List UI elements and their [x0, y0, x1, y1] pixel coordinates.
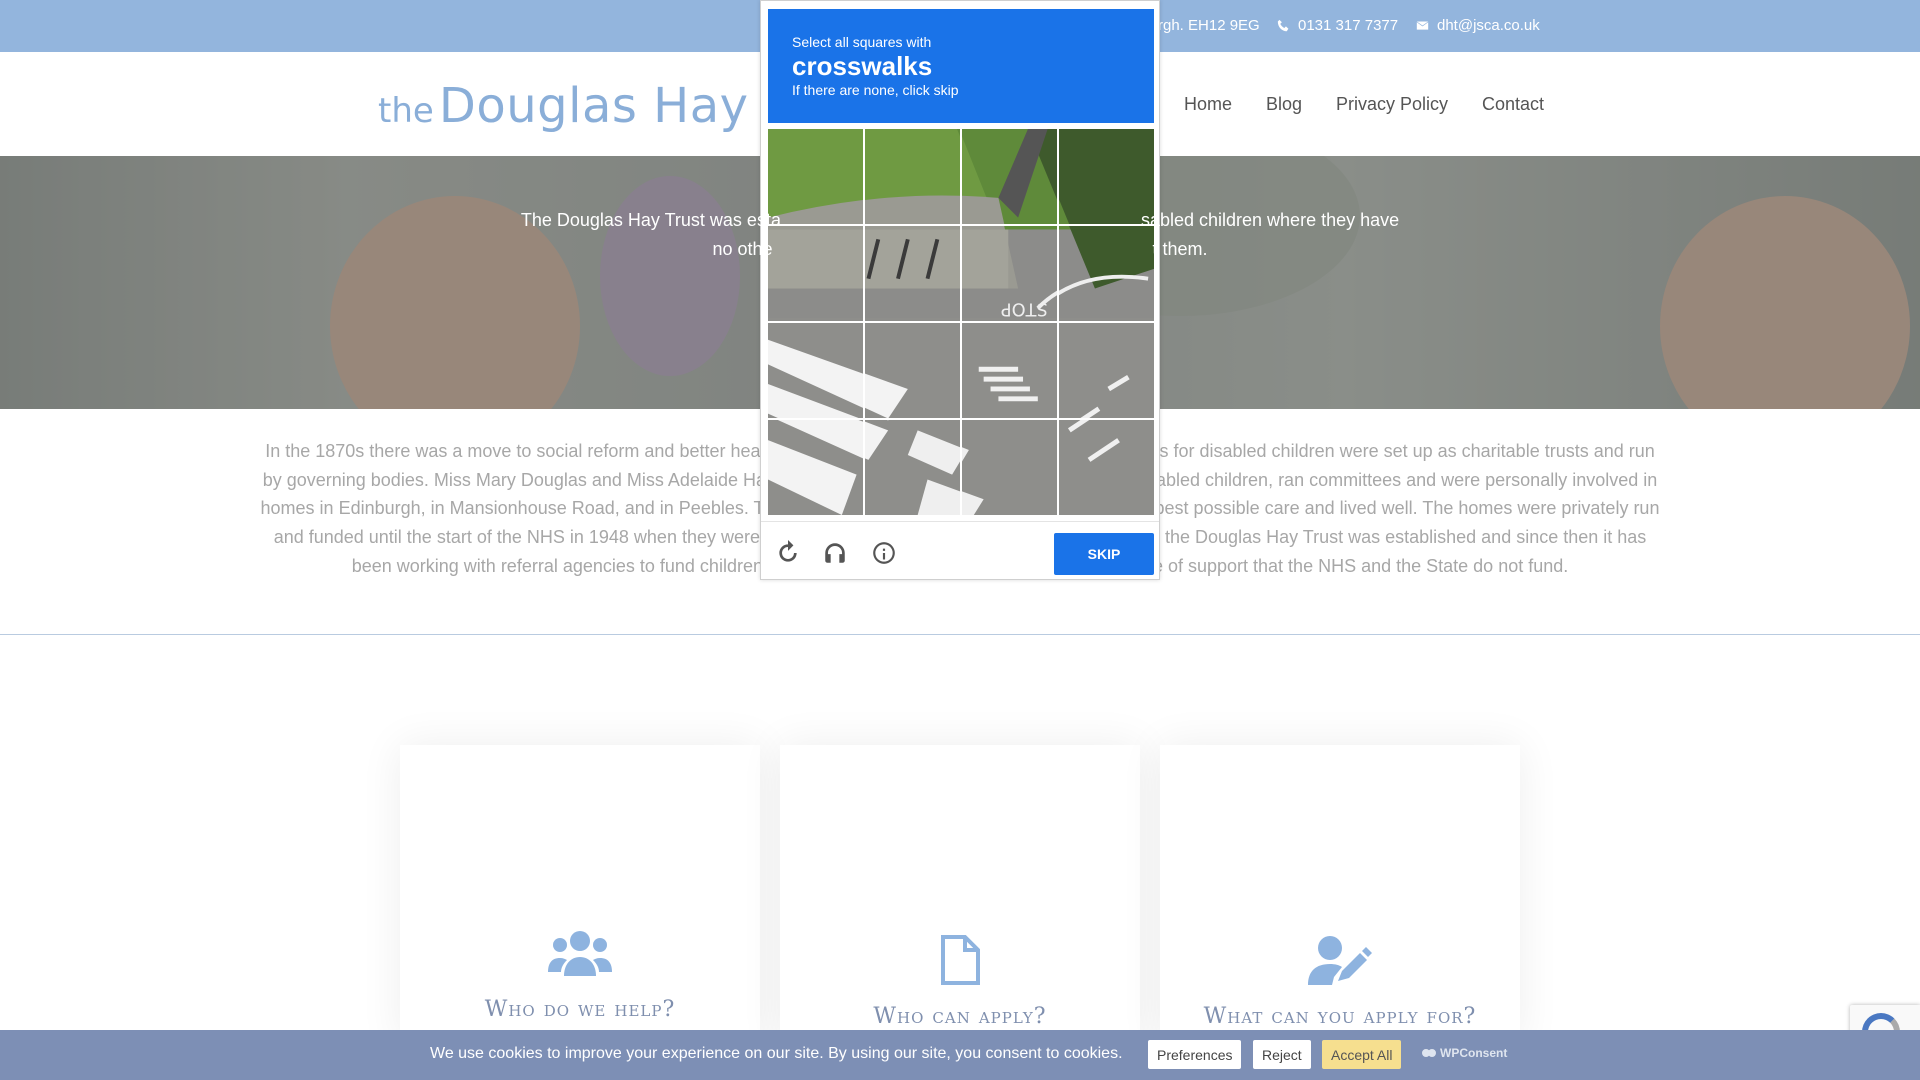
hero-line1: The Douglas Hay Trust was esta	[520, 210, 781, 230]
card-title: Who do we help?	[484, 997, 676, 1022]
email-text[interactable]: dht@jsca.co.uk	[1437, 17, 1540, 34]
info-icon[interactable]	[871, 540, 897, 566]
captcha-tile[interactable]: STOP	[962, 323, 1057, 418]
nav-home[interactable]: Home	[1184, 94, 1232, 115]
intro-line: by governing bodies. Miss Mary Douglas a…	[262, 469, 766, 490]
intro-line: In the 1870s there was a move to social …	[265, 441, 770, 461]
users-icon	[548, 930, 612, 981]
card-who-can-apply[interactable]: Who can apply?	[780, 745, 1140, 1045]
intro-line: abled children, ran committees and were …	[1155, 469, 1658, 490]
wpconsent-logo-icon	[1422, 1049, 1436, 1057]
phone-icon	[1277, 19, 1289, 32]
file-icon	[940, 935, 980, 990]
intro-line: been working with referral agencies to f…	[351, 555, 763, 576]
captcha-tile[interactable]: STOP	[962, 420, 1057, 515]
cookie-banner: We use cookies to improve your experienc…	[0, 1030, 1920, 1080]
card-title: What can you apply for?	[1203, 1004, 1477, 1029]
captcha-tile[interactable]: STOP	[865, 420, 960, 515]
nav-contact[interactable]: Contact	[1482, 94, 1544, 115]
section-divider	[0, 634, 1920, 635]
card-title: Who can apply?	[873, 1004, 1047, 1029]
cookie-reject-button[interactable]: Reject	[1253, 1040, 1311, 1069]
intro-line: homes in Edinburgh, in Mansionhouse Road…	[260, 498, 765, 519]
captcha-tile[interactable]: STOP	[865, 323, 960, 418]
captcha-tile[interactable]: STOP	[1059, 323, 1154, 418]
svg-text:STOP: STOP	[1001, 298, 1048, 318]
captcha-header: Select all squares with crosswalks If th…	[768, 9, 1154, 123]
card-what-can-you-apply-for[interactable]: What can you apply for?	[1160, 745, 1520, 1045]
user-edit-icon	[1308, 935, 1372, 990]
address-text: rgh. EH12 9EG	[1158, 17, 1260, 34]
cookie-accept-all-button[interactable]: Accept All	[1322, 1040, 1402, 1069]
cookie-preferences-button[interactable]: Preferences	[1148, 1040, 1242, 1069]
reload-icon[interactable]	[775, 540, 801, 566]
hero-line2: no othe	[712, 239, 773, 259]
captcha-challenge: Select all squares with crosswalks If th…	[760, 0, 1160, 580]
intro-line: s for disabled children were set up as c…	[1159, 441, 1655, 461]
email-info[interactable]: dht@jsca.co.uk	[1416, 17, 1540, 34]
address-info: rgh. EH12 9EG	[1158, 17, 1260, 34]
wpconsent-brand: WPConsent	[1422, 1046, 1507, 1060]
phone-text[interactable]: 0131 317 7377	[1298, 17, 1398, 34]
nav-privacy-policy[interactable]: Privacy Policy	[1336, 94, 1448, 115]
cookie-message: We use cookies to improve your experienc…	[430, 1045, 1123, 1062]
logo-the: the	[378, 91, 434, 131]
nav-blog[interactable]: Blog	[1266, 94, 1302, 115]
captcha-target: crosswalks	[792, 51, 933, 81]
captcha-instruction: Select all squares with	[792, 34, 932, 50]
intro-line: and funded until the start of the NHS in…	[273, 527, 760, 548]
intro-line: 9 the Douglas Hay Trust was established …	[1150, 527, 1647, 548]
captcha-hint: If there are none, click skip	[792, 82, 959, 98]
wpconsent-text: WPConsent	[1440, 1046, 1508, 1060]
skip-button[interactable]: SKIP	[1054, 533, 1154, 575]
captcha-tile[interactable]: STOP	[1059, 420, 1154, 515]
hero-line1b: sabled children where they have	[1140, 210, 1400, 230]
hero-line2b: t them.	[1152, 239, 1208, 259]
captcha-image-grid: STOPSTOPSTOPSTOPSTOPSTOPSTOPSTOPSTOPSTOP…	[768, 129, 1154, 515]
mail-icon	[1416, 21, 1429, 30]
captcha-tile[interactable]: STOP	[768, 420, 863, 515]
phone-info[interactable]: 0131 317 7377	[1277, 17, 1398, 34]
captcha-footer: SKIP	[761, 521, 1159, 579]
hero-text: The Douglas Hay Trust was esta sabled chi…	[480, 206, 1440, 264]
intro-line: best possible care and lived well. The h…	[1154, 498, 1660, 519]
audio-icon[interactable]	[822, 540, 848, 566]
card-who-we-help[interactable]: Who do we help?	[400, 745, 760, 1045]
intro-line: e of support that the NHS and the State …	[1152, 555, 1569, 576]
captcha-tile[interactable]: STOP	[768, 323, 863, 418]
